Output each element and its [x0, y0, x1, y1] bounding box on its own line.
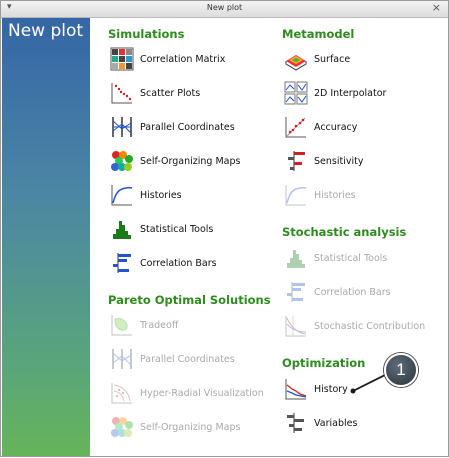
callout-number-badge: 1 [384, 353, 418, 387]
new-plot-window: ▾ New plot × New plot Simulations Correl… [0, 0, 449, 457]
callout-arrow [350, 372, 390, 394]
